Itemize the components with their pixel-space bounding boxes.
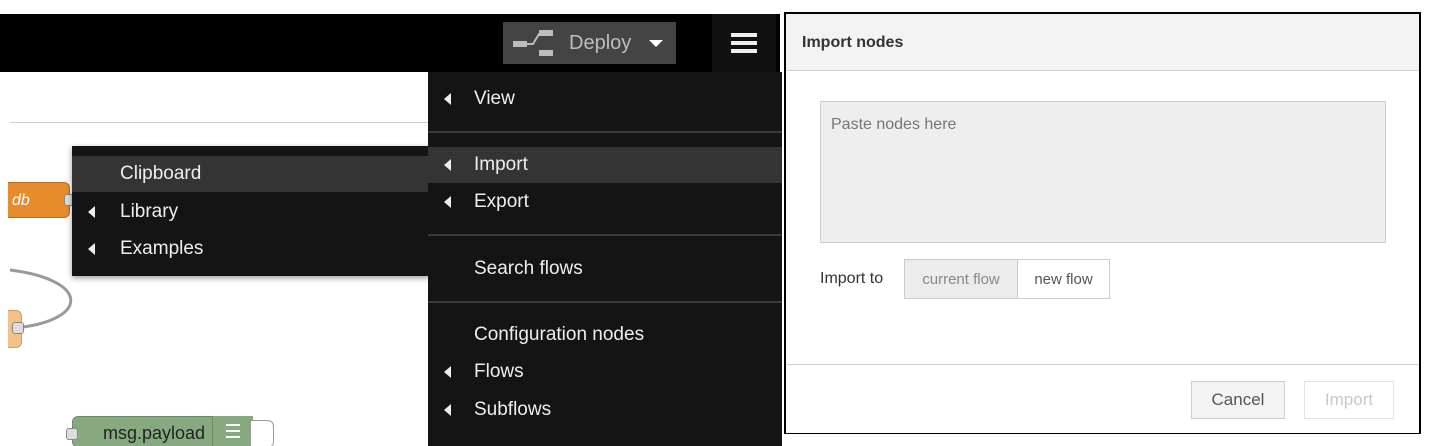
debug-node-toggle-button[interactable] [250, 420, 274, 446]
submenu-item-label: Examples [120, 238, 204, 259]
menu-item-view[interactable]: View [428, 81, 782, 117]
tab-divider [10, 122, 430, 123]
current-flow-button[interactable]: current flow [904, 259, 1018, 299]
submenu-item-label: Library [120, 201, 179, 222]
deploy-icon [513, 30, 553, 56]
menu-divider [428, 301, 782, 303]
header-toolbar: Deploy [0, 14, 780, 72]
menu-item-import[interactable]: Import [428, 147, 782, 183]
submenu-item-library[interactable]: Library [72, 194, 430, 230]
deploy-label: Deploy [569, 31, 632, 54]
cancel-button[interactable]: Cancel [1191, 381, 1285, 419]
dialog-title: Import nodes [802, 34, 904, 51]
import-to-label: Import to [820, 270, 884, 287]
db-node[interactable]: db [8, 182, 70, 218]
menu-item-label: Flows [474, 361, 524, 382]
menu-item-label: Search flows [474, 258, 583, 279]
menu-item-label: Configuration nodes [474, 324, 645, 345]
submenu-item-label: Clipboard [120, 163, 202, 184]
import-button[interactable]: Import [1304, 381, 1394, 419]
chevron-down-icon [649, 40, 664, 47]
debug-node-list-icon[interactable] [212, 416, 253, 446]
caret-left-icon [444, 404, 451, 416]
new-flow-button[interactable]: new flow [1017, 259, 1110, 299]
menu-item-label: View [474, 88, 515, 109]
menu-item-search-flows[interactable]: Search flows [428, 251, 782, 287]
menu-item-label: Export [474, 191, 529, 212]
menu-item-flows[interactable]: Flows [428, 354, 782, 390]
dialog-header: Import nodes [786, 14, 1419, 71]
menu-divider [428, 131, 782, 133]
hamburger-icon [731, 29, 757, 57]
submenu-item-clipboard[interactable]: Clipboard [72, 156, 430, 192]
caret-left-icon [88, 206, 95, 218]
caret-left-icon [444, 366, 451, 378]
caret-left-icon [444, 159, 451, 171]
submenu-item-examples[interactable]: Examples [72, 231, 430, 267]
main-menu-dropdown: View Import Export Search flows Configur… [428, 72, 782, 446]
import-nodes-dialog: Import nodes Import to current flow new … [784, 12, 1421, 434]
menu-divider [428, 234, 782, 236]
paste-nodes-input[interactable] [820, 101, 1386, 243]
menu-item-label: Subflows [474, 399, 552, 420]
debug-node-input-port[interactable] [66, 428, 78, 440]
function-node-output-port[interactable] [12, 322, 24, 334]
menu-item-export[interactable]: Export [428, 184, 782, 220]
caret-left-icon [444, 93, 451, 105]
caret-left-icon [444, 196, 451, 208]
db-node-label: db [12, 192, 30, 209]
caret-left-icon [88, 243, 95, 255]
deploy-button[interactable]: Deploy [503, 22, 676, 64]
menu-item-label: Import [474, 154, 528, 175]
menu-item-subflows[interactable]: Subflows [428, 392, 782, 428]
import-submenu: Clipboard Library Examples [72, 146, 430, 276]
menu-item-configuration-nodes[interactable]: Configuration nodes [428, 317, 782, 353]
debug-node-label: msg.payload [103, 423, 206, 443]
dialog-footer: Cancel Import [786, 364, 1419, 433]
main-menu-button[interactable] [712, 14, 776, 72]
